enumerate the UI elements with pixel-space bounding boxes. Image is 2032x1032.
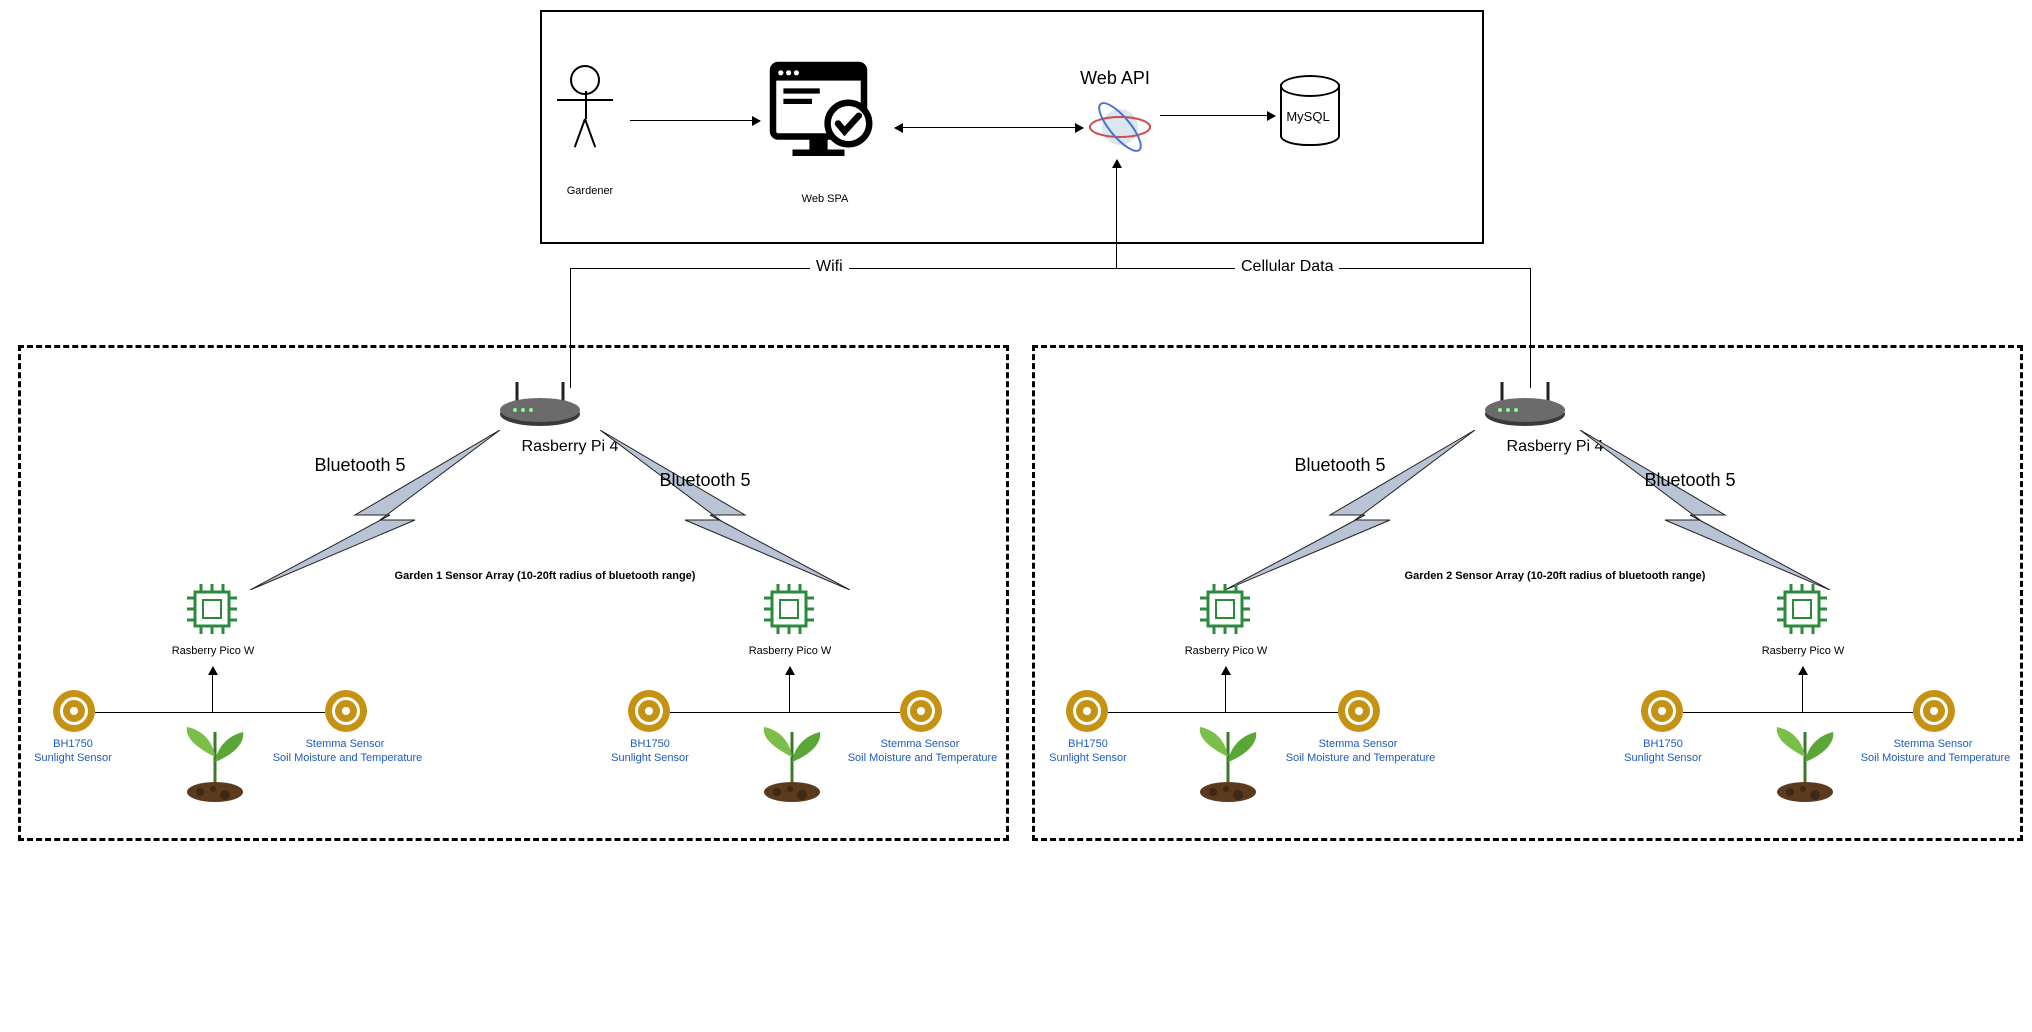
g2-left-soil-sensor-icon	[1338, 690, 1380, 732]
g2-left-chip-icon	[1196, 580, 1254, 643]
g2-left-light-l2: Sunlight Sensor	[1038, 752, 1138, 766]
g1-right-chip-label: Rasberry Pico W	[740, 645, 840, 657]
g1-left-plant-icon	[175, 712, 255, 812]
gardener-label: Gardener	[550, 185, 630, 197]
web-spa-icon	[760, 52, 890, 182]
g2-left-light-sensor-icon	[1066, 690, 1108, 732]
gardener-to-spa-arrow	[630, 120, 760, 121]
web-api-icon	[1085, 100, 1155, 160]
mysql-label: MySQL	[1280, 109, 1336, 124]
g2-right-soil-l2: Soil Moisture and Temperature	[1848, 752, 2023, 766]
g2-left-soil-l1: Stemma Sensor	[1308, 738, 1408, 752]
g1-right-chip-icon	[760, 580, 818, 643]
web-spa-label: Web SPA	[790, 193, 860, 205]
g2-right-plant-to-pico	[1802, 667, 1803, 712]
garden1-title: Garden 1 Sensor Array (10-20ft radius of…	[345, 570, 745, 582]
g2-bt-right-label: Bluetooth 5	[1625, 470, 1755, 491]
g1-left-chip-label: Rasberry Pico W	[163, 645, 263, 657]
garden2-router-icon	[1480, 378, 1570, 438]
g1-right-soil-l2: Soil Moisture and Temperature	[835, 752, 1010, 766]
cellular-label: Cellular Data	[1235, 258, 1339, 276]
g2-right-light-sensor-icon	[1641, 690, 1683, 732]
g2-bt-left-label: Bluetooth 5	[1275, 455, 1405, 476]
g1-left-soil-l1: Stemma Sensor	[295, 738, 395, 752]
g1-bt-right-label: Bluetooth 5	[640, 470, 770, 491]
uplink-split-hline	[570, 268, 1530, 269]
g2-right-light-l1: BH1750	[1623, 738, 1703, 752]
g1-left-soil-sensor-icon	[325, 690, 367, 732]
architecture-diagram: Gardener Web SPA Web API MySQL	[0, 0, 2032, 1032]
g1-left-light-l1: BH1750	[33, 738, 113, 752]
web-api-label: Web API	[1060, 68, 1170, 89]
g1-left-chip-icon	[183, 580, 241, 643]
g1-right-light-sensor-icon	[628, 690, 670, 732]
g2-left-chip-label: Rasberry Pico W	[1176, 645, 1276, 657]
g1-bt-left-label: Bluetooth 5	[295, 455, 425, 476]
g1-left-light-l2: Sunlight Sensor	[23, 752, 123, 766]
g1-left-light-sensor-icon	[53, 690, 95, 732]
g2-left-plant-icon	[1188, 712, 1268, 812]
g1-right-soil-l1: Stemma Sensor	[870, 738, 970, 752]
g2-right-chip-icon	[1773, 580, 1831, 643]
g2-right-chip-label: Rasberry Pico W	[1753, 645, 1853, 657]
spa-api-arrow	[895, 127, 1083, 128]
g2-right-soil-l1: Stemma Sensor	[1883, 738, 1983, 752]
g1-left-soil-l2: Soil Moisture and Temperature	[260, 752, 435, 766]
g1-right-light-l1: BH1750	[610, 738, 690, 752]
garden2-title: Garden 2 Sensor Array (10-20ft radius of…	[1355, 570, 1755, 582]
g2-right-soil-sensor-icon	[1913, 690, 1955, 732]
g1-right-plant-icon	[752, 712, 832, 812]
g2-right-plant-icon	[1765, 712, 1845, 812]
g2-left-light-l1: BH1750	[1048, 738, 1128, 752]
g2-left-soil-l2: Soil Moisture and Temperature	[1273, 752, 1448, 766]
wifi-label: Wifi	[810, 258, 849, 276]
g1-right-light-l2: Sunlight Sensor	[600, 752, 700, 766]
mysql-icon: MySQL	[1280, 75, 1336, 145]
gardener-icon	[550, 65, 620, 160]
g1-right-plant-to-pico	[789, 667, 790, 712]
g1-right-soil-sensor-icon	[900, 690, 942, 732]
g2-right-light-l2: Sunlight Sensor	[1613, 752, 1713, 766]
garden1-router-icon	[495, 378, 585, 438]
api-to-mysql-arrow	[1160, 115, 1275, 116]
g2-left-plant-to-pico	[1225, 667, 1226, 712]
api-uplink-vline	[1116, 160, 1117, 268]
g1-left-plant-to-pico	[212, 667, 213, 712]
